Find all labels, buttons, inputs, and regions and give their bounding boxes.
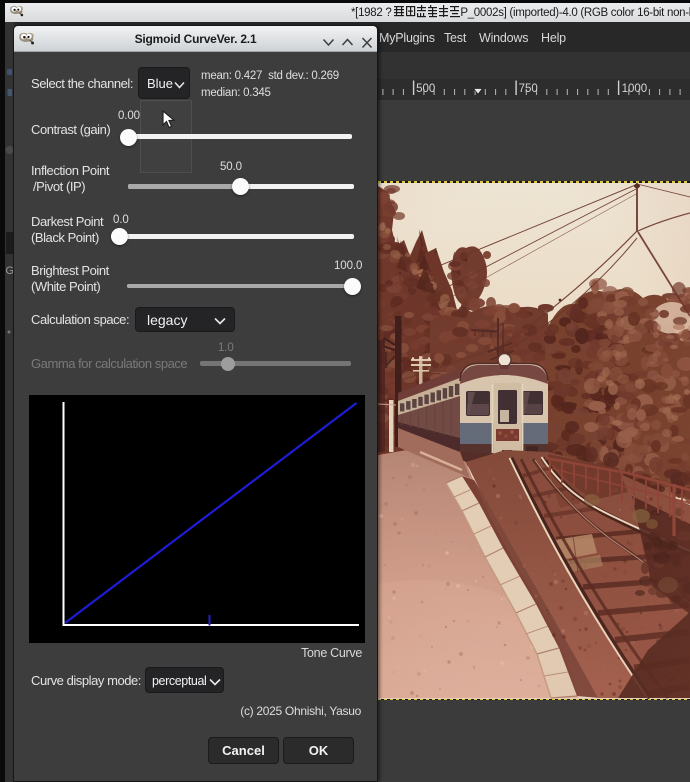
svg-text:500: 500 — [416, 83, 435, 95]
svg-text:1000: 1000 — [622, 83, 648, 95]
svg-text:750: 750 — [519, 83, 538, 95]
